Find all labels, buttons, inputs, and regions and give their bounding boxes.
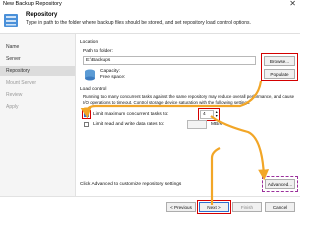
footer-bar: < Previous Next > Finish Cancel bbox=[0, 196, 300, 214]
previous-button[interactable]: < Previous bbox=[166, 202, 196, 212]
finish-button[interactable]: Finish bbox=[232, 202, 262, 212]
header-description: Type in path to the folder where backup … bbox=[26, 20, 251, 26]
advanced-hint: Click Advanced to customize repository s… bbox=[80, 182, 182, 187]
sidebar-item-mount-server[interactable]: Mount Server bbox=[6, 80, 36, 86]
free-space-label: Free space: bbox=[100, 75, 126, 80]
limit-rate-checkbox[interactable] bbox=[84, 122, 89, 127]
dialog-window: New Backup Repository ✕ Repository Type … bbox=[0, 0, 300, 214]
sidebar-item-server[interactable]: Server bbox=[6, 56, 21, 62]
repository-icon bbox=[4, 14, 18, 27]
header-title: Repository bbox=[26, 12, 58, 18]
limit-tasks-label: Limit maximum concurrent tasks to: bbox=[93, 112, 169, 117]
next-button-highlight bbox=[197, 200, 231, 214]
close-icon[interactable]: ✕ bbox=[289, 0, 296, 8]
location-group-label: Location bbox=[80, 40, 99, 45]
limit-rate-input[interactable] bbox=[187, 120, 207, 129]
sidebar-item-review[interactable]: Review bbox=[6, 92, 22, 98]
load-control-description: Running too many concurrent tasks agains… bbox=[83, 94, 295, 105]
load-control-group-label: Load control bbox=[80, 87, 107, 92]
wizard-steps-sidebar: Name Server Repository Mount Server Revi… bbox=[0, 34, 76, 214]
sidebar-item-repository[interactable]: Repository bbox=[6, 68, 30, 74]
sidebar-item-name[interactable]: Name bbox=[6, 44, 19, 50]
limit-rate-unit: MB/s bbox=[211, 122, 222, 127]
capacity-label: Capacity: bbox=[100, 69, 120, 74]
advanced-highlight bbox=[262, 176, 298, 192]
limit-tasks-checkbox-highlight bbox=[82, 110, 91, 119]
path-label: Path to folder: bbox=[83, 49, 113, 54]
path-value: E:\Backups bbox=[86, 58, 111, 63]
path-input[interactable]: E:\Backups bbox=[83, 56, 256, 65]
dialog-header: Repository Type in path to the folder wh… bbox=[0, 9, 300, 34]
disk-icon bbox=[85, 69, 95, 81]
cancel-button[interactable]: Cancel bbox=[265, 202, 295, 212]
content-panel: Location Path to folder: E:\Backups Brow… bbox=[76, 34, 300, 214]
populate-button[interactable]: Populate bbox=[264, 69, 295, 79]
title-bar: New Backup Repository ✕ bbox=[0, 0, 300, 9]
sidebar-item-apply[interactable]: Apply bbox=[6, 104, 19, 110]
window-title: New Backup Repository bbox=[3, 1, 62, 7]
limit-rate-label: Limit read and write data rates to: bbox=[93, 122, 165, 127]
